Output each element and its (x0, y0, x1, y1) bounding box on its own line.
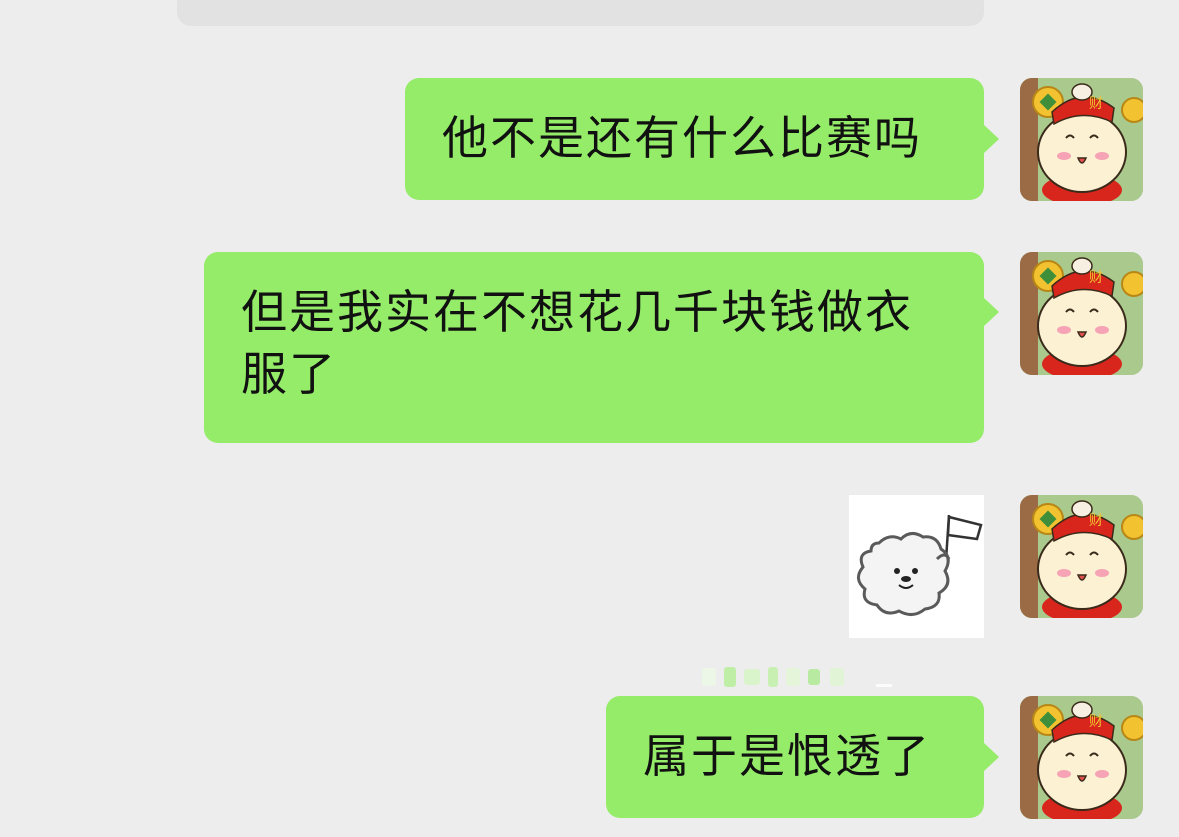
avatar[interactable]: 财 (1020, 495, 1143, 618)
avatar-hat-text: 财 (1089, 96, 1103, 112)
message-bubble[interactable]: 他不是还有什么比赛吗 (405, 78, 999, 200)
fortune-god-bunny-avatar-icon: 财 (1020, 495, 1143, 618)
sticker-message[interactable] (849, 495, 984, 638)
avatar[interactable]: 财 (1020, 78, 1143, 201)
fortune-god-bunny-avatar-icon: 财 (1020, 252, 1143, 375)
fortune-god-bunny-avatar-icon: 财 (1020, 78, 1143, 201)
avatar[interactable]: 财 (1020, 252, 1143, 375)
message-text: 属于是恨透了 (643, 729, 931, 783)
message-text: 但是我实在不想花几千块钱做衣服了 (241, 285, 913, 401)
previous-message-bubble[interactable] (177, 0, 984, 26)
message-text: 他不是还有什么比赛吗 (442, 111, 922, 165)
redacted-strip (702, 667, 892, 687)
fluffy-dog-waving-flag-icon (849, 495, 984, 638)
chat-message-list[interactable]: 他不是还有什么比赛吗 财 但是我实在不想花几千块钱做衣服了 财 财 属于是恨透了… (0, 0, 1179, 837)
avatar-hat-text: 财 (1089, 513, 1103, 529)
avatar[interactable]: 财 (1020, 696, 1143, 819)
avatar-hat-text: 财 (1089, 270, 1103, 286)
avatar-hat-text: 财 (1089, 714, 1103, 730)
message-bubble[interactable]: 但是我实在不想花几千块钱做衣服了 (204, 252, 999, 687)
message-bubble[interactable]: 属于是恨透了 (606, 696, 999, 818)
fortune-god-bunny-avatar-icon: 财 (1020, 696, 1143, 819)
